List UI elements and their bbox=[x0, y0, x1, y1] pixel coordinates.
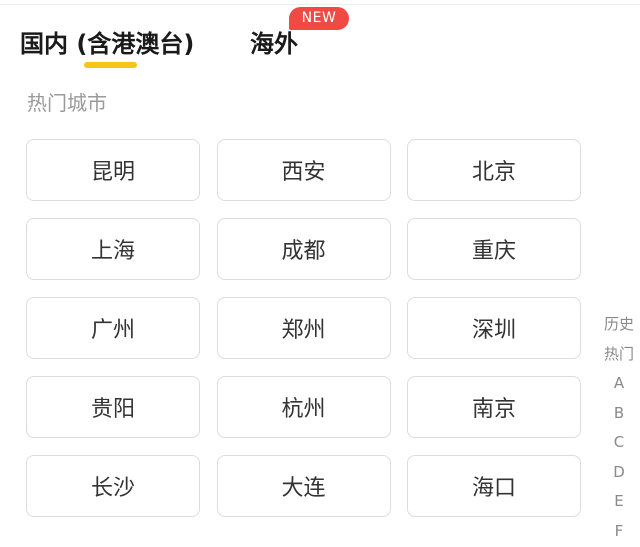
index-item-b[interactable]: B bbox=[614, 399, 624, 429]
city-button[interactable]: 成都 bbox=[216, 218, 391, 280]
city-button[interactable]: 昆明 bbox=[26, 139, 200, 201]
city-button[interactable]: 上海 bbox=[26, 218, 200, 280]
city-button[interactable]: 郑州 bbox=[216, 297, 391, 359]
hot-cities-grid: 昆明 西安 北京 上海 成都 重庆 广州 郑州 深圳 贵阳 杭州 南京 长沙 大… bbox=[26, 139, 581, 517]
city-button[interactable]: 深圳 bbox=[407, 297, 581, 359]
index-item-e[interactable]: E bbox=[614, 487, 623, 517]
tab-domestic[interactable]: 国内 (含港澳台) bbox=[20, 28, 194, 60]
city-button[interactable]: 南京 bbox=[407, 376, 581, 438]
tab-overseas[interactable]: 海外 bbox=[250, 28, 298, 60]
top-divider bbox=[0, 0, 640, 5]
index-item-f[interactable]: F bbox=[615, 517, 624, 547]
city-button[interactable]: 北京 bbox=[407, 139, 581, 201]
city-button[interactable]: 杭州 bbox=[216, 376, 391, 438]
city-button[interactable]: 海口 bbox=[407, 455, 581, 517]
index-item-history[interactable]: 历史 bbox=[604, 310, 634, 340]
city-button[interactable]: 西安 bbox=[216, 139, 391, 201]
alphabet-index-bar: 历史 热门 A B C D E F bbox=[598, 310, 640, 546]
city-button[interactable]: 大连 bbox=[216, 455, 391, 517]
new-badge: NEW bbox=[289, 7, 349, 30]
city-button[interactable]: 重庆 bbox=[407, 218, 581, 280]
index-item-a[interactable]: A bbox=[614, 369, 624, 399]
city-button[interactable]: 广州 bbox=[26, 297, 200, 359]
index-item-c[interactable]: C bbox=[614, 428, 624, 458]
city-button[interactable]: 贵阳 bbox=[26, 376, 200, 438]
index-item-d[interactable]: D bbox=[613, 458, 625, 488]
index-item-hot[interactable]: 热门 bbox=[604, 340, 634, 370]
active-tab-indicator bbox=[84, 62, 137, 68]
city-button[interactable]: 长沙 bbox=[26, 455, 200, 517]
hot-cities-title: 热门城市 bbox=[27, 91, 107, 115]
